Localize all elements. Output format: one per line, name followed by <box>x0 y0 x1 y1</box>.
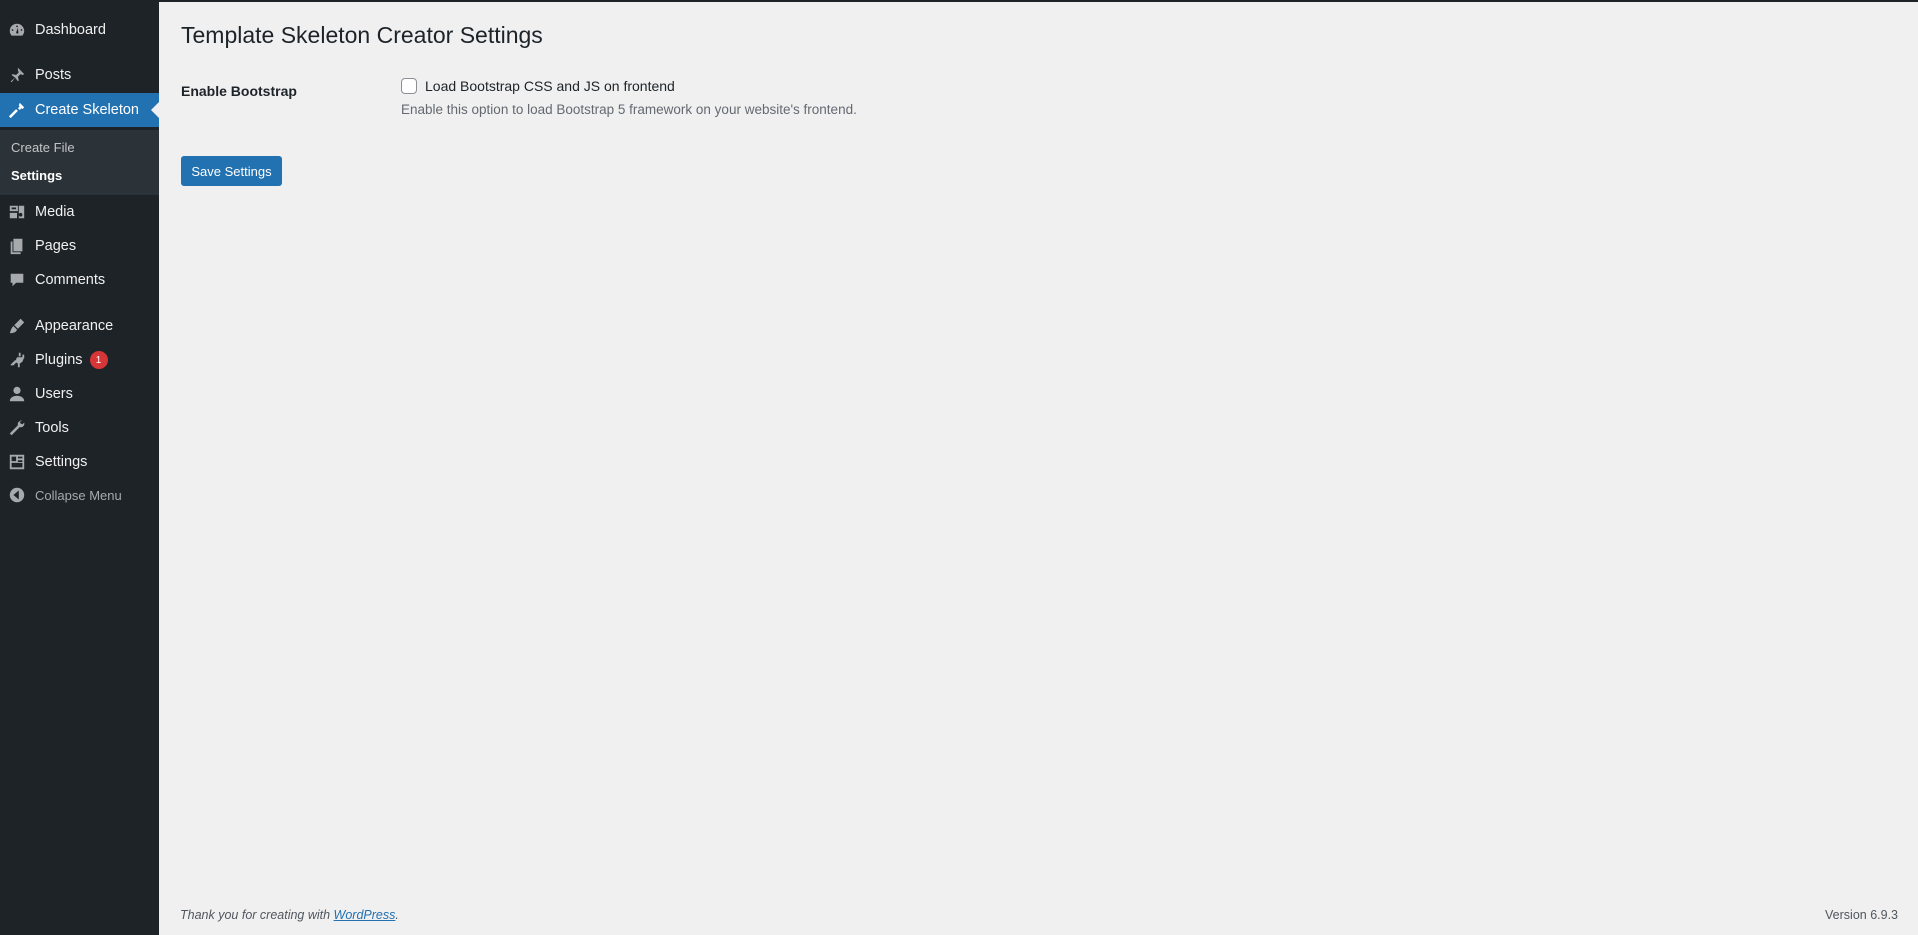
sidebar-item-dashboard[interactable]: Dashboard <box>0 13 159 47</box>
plug-icon <box>0 343 34 377</box>
sidebar-item-label: Create Skeleton <box>35 102 139 118</box>
sidebar-item-pages[interactable]: Pages <box>0 229 159 263</box>
sidebar-item-label: Media <box>35 204 75 220</box>
enable-bootstrap-label: Enable Bootstrap <box>181 83 297 99</box>
sidebar-item-label: Settings <box>35 454 88 470</box>
sidebar-item-comments[interactable]: Comments <box>0 263 159 297</box>
field-description: Enable this option to load Bootstrap 5 f… <box>401 102 857 117</box>
load-bootstrap-checkbox[interactable] <box>401 78 417 94</box>
sidebar-item-users[interactable]: Users <box>0 377 159 411</box>
wrench-icon <box>0 411 34 445</box>
collapse-arrow-icon <box>0 478 34 512</box>
submenu-item-create-file[interactable]: Create File <box>11 140 75 155</box>
media-icon <box>0 195 34 229</box>
paintbrush-icon <box>0 309 34 343</box>
sidebar-item-label: Appearance <box>35 318 114 334</box>
footer-thanks-prefix: Thank you for creating with <box>180 908 334 922</box>
update-count-badge: 1 <box>89 351 108 369</box>
admin-sidebar: Dashboard Posts Create Skeleton Create F… <box>0 0 159 935</box>
main-content: Template Skeleton Creator Settings Enabl… <box>159 0 1918 935</box>
sidebar-item-label: Posts <box>35 67 72 83</box>
create-skeleton-submenu: Create File Settings <box>0 130 159 195</box>
hammer-icon <box>0 93 34 127</box>
collapse-menu-button[interactable]: Collapse Menu <box>0 478 159 512</box>
sidebar-item-create-skeleton[interactable]: Create Skeleton <box>0 93 159 127</box>
checkbox-label: Load Bootstrap CSS and JS on frontend <box>425 78 675 94</box>
wordpress-link[interactable]: WordPress <box>334 908 396 922</box>
settings-icon <box>0 445 34 479</box>
pin-icon <box>0 58 34 92</box>
sidebar-item-label: Plugins <box>35 352 83 368</box>
sidebar-item-appearance[interactable]: Appearance <box>0 309 159 343</box>
bootstrap-option[interactable]: Load Bootstrap CSS and JS on frontend <box>401 78 675 94</box>
collapse-menu-label: Collapse Menu <box>35 487 122 503</box>
sidebar-item-label: Users <box>35 386 73 402</box>
footer-thanks: Thank you for creating with WordPress. <box>180 908 399 922</box>
save-settings-button[interactable]: Save Settings <box>181 156 282 186</box>
sidebar-item-label: Comments <box>35 272 106 288</box>
comment-icon <box>0 263 34 297</box>
footer-version: Version 6.9.3 <box>1825 908 1898 922</box>
sidebar-item-posts[interactable]: Posts <box>0 58 159 92</box>
sidebar-item-label: Tools <box>35 420 69 436</box>
sidebar-item-tools[interactable]: Tools <box>0 411 159 445</box>
page-title: Template Skeleton Creator Settings <box>181 22 543 48</box>
footer-thanks-suffix: . <box>395 908 399 922</box>
sidebar-item-label: Pages <box>35 238 77 254</box>
sidebar-item-media[interactable]: Media <box>0 195 159 229</box>
sidebar-item-plugins[interactable]: Plugins 1 <box>0 343 159 377</box>
pages-icon <box>0 229 34 263</box>
sidebar-item-label: Dashboard <box>35 22 106 38</box>
user-icon <box>0 377 34 411</box>
dashboard-icon <box>0 13 34 47</box>
submenu-item-settings[interactable]: Settings <box>11 168 62 183</box>
sidebar-item-settings[interactable]: Settings <box>0 445 159 479</box>
